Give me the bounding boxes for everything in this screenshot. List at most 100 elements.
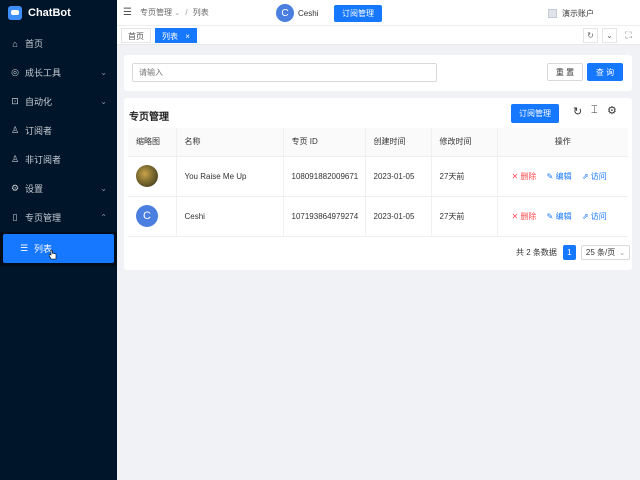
column-header-thumbnail: 缩略图 xyxy=(128,128,176,157)
chevron-down-icon: ⌄ xyxy=(100,184,107,193)
page-selector[interactable]: C Ceshi xyxy=(276,4,318,22)
edit-label: 编辑 xyxy=(555,171,572,181)
growth-icon: ◎ xyxy=(11,67,19,77)
visit-label: 访问 xyxy=(590,211,607,221)
account-menu[interactable]: 演示账户 xyxy=(548,8,594,19)
subscribe-management-button[interactable]: 订阅管理 xyxy=(334,5,382,22)
column-header-created: 创建时间 xyxy=(364,128,431,157)
app-logo[interactable]: ChatBot xyxy=(0,0,117,26)
sidebar-item-label: 非订阅者 xyxy=(25,155,62,165)
chevron-down-icon[interactable]: ⌄ xyxy=(602,28,617,43)
sidebar-item-label: 首页 xyxy=(25,39,44,49)
non-subscriber-icon: ♙ xyxy=(10,154,20,164)
link-icon: ⇗ xyxy=(581,211,591,221)
name-cell: You Raise Me Up xyxy=(175,156,283,197)
sidebar-item-label: 成长工具 xyxy=(25,68,62,78)
table-row: You Raise Me Up 108091882009671 2023-01-… xyxy=(128,156,628,197)
edit-button[interactable]: ✎ 编辑 xyxy=(547,211,572,222)
thumbnail-image xyxy=(136,165,158,187)
fullscreen-icon[interactable]: ⛶ xyxy=(621,28,636,43)
thumbnail-cell xyxy=(128,156,176,197)
sidebar-item-subscribers[interactable]: ♙ 订阅者 xyxy=(0,116,117,145)
chevron-down-icon: ⌄ xyxy=(619,249,626,257)
close-icon[interactable]: × xyxy=(185,32,190,41)
sidebar-item-label: 订阅者 xyxy=(25,126,53,136)
visit-button[interactable]: ⇗ 访问 xyxy=(582,171,607,182)
page-size-select[interactable]: 25 条/页 ⌄ xyxy=(580,245,631,260)
breadcrumb-current: 列表 xyxy=(192,8,209,17)
tab-home[interactable]: 首页 xyxy=(121,27,151,43)
page-id-cell: 107193864979274 xyxy=(282,196,365,237)
actions-cell: ✕ 删除 ✎ 编辑 ⇗ 访问 xyxy=(496,156,628,197)
account-avatar-icon xyxy=(548,9,557,18)
subscriber-icon: ♙ xyxy=(10,125,20,135)
delete-label: 删除 xyxy=(520,211,537,221)
name-cell: Ceshi xyxy=(175,196,283,237)
menu-fold-icon[interactable]: ☰ xyxy=(123,7,132,18)
pagination: 共 2 条数据 1 25 条/页 ⌄ xyxy=(516,245,631,260)
reset-button[interactable]: 重 置 xyxy=(547,63,583,81)
created-cell: 2023-01-05 xyxy=(364,156,431,197)
tab-label: 列表 xyxy=(162,31,178,41)
app-name: ChatBot xyxy=(28,7,71,19)
breadcrumb-parent[interactable]: 专页管理 xyxy=(140,8,172,17)
sidebar-item-label: 设置 xyxy=(25,184,44,194)
query-button[interactable]: 查 询 xyxy=(587,63,623,81)
visit-button[interactable]: ⇗ 访问 xyxy=(582,211,607,222)
column-header-modified: 修改时间 xyxy=(430,128,497,157)
tab-list[interactable]: 列表 × xyxy=(155,27,197,43)
sidebar-item-non-subscribers[interactable]: ♙ 非订阅者 xyxy=(0,145,117,174)
refresh-icon[interactable]: ↻ xyxy=(583,28,598,43)
table-header-row: 缩略图 名称 专页 ID 创建时间 修改时间 操作 xyxy=(128,128,628,157)
breadcrumb: 专页管理 ⌄ / 列表 xyxy=(140,7,209,18)
gear-icon[interactable]: ⚙ xyxy=(607,104,617,117)
pagination-page-1[interactable]: 1 xyxy=(562,245,576,260)
sidebar-item-list[interactable]: ☰ 列表 xyxy=(3,234,114,263)
sidebar-item-growth-tools[interactable]: ◎ 成长工具 ⌄ xyxy=(0,58,117,87)
link-icon: ⇗ xyxy=(581,171,591,181)
list-icon: ☰ xyxy=(19,243,29,253)
tabs-bar: 首页 列表 × ↻ ⌄ ⛶ xyxy=(117,26,640,45)
column-header-name: 名称 xyxy=(175,128,283,157)
chevron-down-icon: ⌄ xyxy=(174,10,181,17)
page-id-cell: 108091882009671 xyxy=(282,156,365,197)
delete-button[interactable]: ✕ 删除 xyxy=(512,171,537,182)
sidebar-item-home[interactable]: ⌂ 首页 xyxy=(0,29,117,58)
sidebar-item-automation[interactable]: ⊡ 自动化 ⌄ xyxy=(0,87,117,116)
account-name: 演示账户 xyxy=(562,9,594,18)
chatbot-logo-icon xyxy=(8,6,22,20)
sidebar: ChatBot ⌂ 首页 ◎ 成长工具 ⌄ ⊡ 自动化 ⌄ ♙ 订阅者 ♙ 非订… xyxy=(0,0,117,480)
visit-label: 访问 xyxy=(590,171,607,181)
pagination-total: 共 2 条数据 xyxy=(516,248,557,257)
data-table: 缩略图 名称 专页 ID 创建时间 修改时间 操作 You Raise Me U… xyxy=(128,128,628,237)
modified-cell: 27天前 xyxy=(430,156,497,197)
column-header-actions: 操作 xyxy=(496,128,628,157)
edit-label: 编辑 xyxy=(555,211,572,221)
search-input[interactable] xyxy=(132,63,437,82)
submenu: ☰ 列表 xyxy=(0,232,117,266)
card-title: 专页管理 xyxy=(129,112,169,123)
sidebar-item-label: 专页管理 xyxy=(25,213,62,223)
automation-icon: ⊡ xyxy=(11,96,19,106)
column-header-page-id: 专页 ID xyxy=(282,128,365,157)
delete-button[interactable]: ✕ 删除 xyxy=(512,211,537,222)
table-row: C Ceshi 107193864979274 2023-01-05 27天前 … xyxy=(128,196,628,237)
search-card: 重 置 查 询 xyxy=(124,55,632,91)
column-height-icon[interactable]: ⌶ xyxy=(591,104,598,117)
page-icon: ▯ xyxy=(12,212,18,222)
table-card: 专页管理 订阅管理 ↻ ⌶ ⚙ 缩略图 名称 专页 ID 创建时间 修改时间 操… xyxy=(124,98,632,270)
edit-icon: ✎ xyxy=(546,211,556,221)
subscribe-management-button[interactable]: 订阅管理 xyxy=(511,104,559,123)
hand-cursor-icon xyxy=(48,249,57,260)
home-icon: ⌂ xyxy=(12,38,18,49)
edit-icon: ✎ xyxy=(546,171,556,181)
page-avatar: C xyxy=(276,4,294,22)
breadcrumb-separator: / xyxy=(185,8,188,17)
actions-cell: ✕ 删除 ✎ 编辑 ⇗ 访问 xyxy=(496,196,628,237)
chevron-down-icon: ⌄ xyxy=(100,68,107,77)
reload-icon[interactable]: ↻ xyxy=(573,105,582,118)
sidebar-item-page-management[interactable]: ▯ 专页管理 ⌃ xyxy=(0,203,117,232)
sidebar-item-settings[interactable]: ⚙ 设置 ⌄ xyxy=(0,174,117,203)
delete-label: 删除 xyxy=(520,171,537,181)
edit-button[interactable]: ✎ 编辑 xyxy=(547,171,572,182)
